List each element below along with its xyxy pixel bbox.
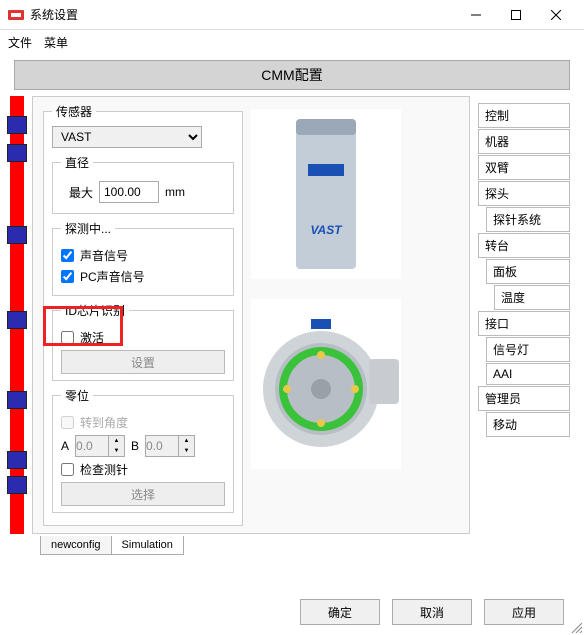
- sound-checkbox[interactable]: [61, 249, 74, 262]
- sidebar-item[interactable]: 管理员: [478, 386, 570, 411]
- apply-button[interactable]: 应用: [484, 599, 564, 625]
- blue-marker: [7, 226, 27, 244]
- sensor-fieldset: 传感器 VAST 直径 最大 mm 探测中... 声: [43, 103, 243, 526]
- blue-marker: [7, 391, 27, 409]
- titlebar: 系统设置: [0, 0, 584, 30]
- idchip-fieldset: ID芯片识别 激活 设置: [52, 302, 234, 381]
- config-panel: 传感器 VAST 直径 最大 mm 探测中... 声: [32, 96, 470, 534]
- sound-label: 声音信号: [80, 247, 128, 264]
- sensor-select[interactable]: VAST: [52, 126, 202, 148]
- chevron-up-icon: ▲: [109, 436, 124, 446]
- a-label: A: [61, 439, 69, 453]
- blue-marker: [7, 476, 27, 494]
- cancel-button[interactable]: 取消: [392, 599, 472, 625]
- menu-menu[interactable]: 菜单: [44, 34, 68, 51]
- chevron-down-icon: ▼: [109, 446, 124, 456]
- nav-sidebar: 控制机器双臂探头探针系统转台面板温度接口信号灯AAI管理员移动: [474, 96, 574, 534]
- zero-fieldset: 零位 转到角度 A ▲▼ B ▲▼ 检查测针 选择: [52, 387, 234, 513]
- menubar: 文件 菜单: [0, 30, 584, 54]
- sensor-image-top: VAST: [251, 109, 401, 279]
- sidebar-item[interactable]: 控制: [478, 103, 570, 128]
- sidebar-item[interactable]: 探头: [478, 181, 570, 206]
- tab-simulation[interactable]: Simulation: [111, 536, 184, 555]
- pcsound-label: PC声音信号: [80, 268, 145, 285]
- unit-label: mm: [165, 185, 185, 199]
- close-button[interactable]: [536, 1, 576, 29]
- sidebar-item[interactable]: 探针系统: [486, 207, 570, 232]
- sidebar-item[interactable]: 双臂: [478, 155, 570, 180]
- blue-marker: [7, 451, 27, 469]
- blue-marker: [7, 144, 27, 162]
- sidebar-item[interactable]: 温度: [494, 285, 570, 310]
- rotate-checkbox: [61, 416, 74, 429]
- chevron-down-icon: ▼: [179, 446, 194, 456]
- blue-marker: [7, 311, 27, 329]
- minimize-button[interactable]: [456, 1, 496, 29]
- probing-legend: 探测中...: [61, 220, 115, 237]
- max-label: 最大: [61, 184, 93, 201]
- sensor-image-bottom: [251, 299, 401, 469]
- tab-newconfig[interactable]: newconfig: [40, 536, 112, 555]
- ok-button[interactable]: 确定: [300, 599, 380, 625]
- footer: 确定 取消 应用: [300, 599, 564, 625]
- resize-grip-icon[interactable]: [570, 621, 582, 633]
- zero-select-button[interactable]: 选择: [61, 482, 225, 506]
- tabs: newconfig Simulation: [40, 536, 544, 555]
- idchip-legend: ID芯片识别: [61, 302, 129, 319]
- sidebar-item[interactable]: 机器: [478, 129, 570, 154]
- sidebar-item[interactable]: 接口: [478, 311, 570, 336]
- b-label: B: [131, 439, 139, 453]
- pcsound-checkbox[interactable]: [61, 270, 74, 283]
- b-spinner[interactable]: ▲▼: [145, 435, 195, 457]
- app-logo-icon: [8, 7, 24, 23]
- sidebar-item[interactable]: 移动: [486, 412, 570, 437]
- menu-file[interactable]: 文件: [8, 34, 32, 51]
- sidebar-item[interactable]: 信号灯: [486, 337, 570, 362]
- sidebar-item[interactable]: 面板: [486, 259, 570, 284]
- activate-checkbox[interactable]: [61, 331, 74, 344]
- a-spinner[interactable]: ▲▼: [75, 435, 125, 457]
- maximize-button[interactable]: [496, 1, 536, 29]
- probing-fieldset: 探测中... 声音信号 PC声音信号: [52, 220, 234, 296]
- diameter-max-input[interactable]: [99, 181, 159, 203]
- idchip-settings-button[interactable]: 设置: [61, 350, 225, 374]
- banner: CMM配置: [14, 60, 570, 90]
- zero-legend: 零位: [61, 387, 93, 404]
- rotate-label: 转到角度: [80, 414, 128, 431]
- diameter-fieldset: 直径 最大 mm: [52, 154, 234, 214]
- sensor-legend: 传感器: [52, 103, 96, 120]
- blue-marker: [7, 116, 27, 134]
- sidebar-item[interactable]: AAI: [486, 363, 570, 385]
- check-stylus-label: 检查测针: [80, 461, 128, 478]
- red-side-bar: [10, 96, 24, 534]
- activate-label: 激活: [80, 329, 104, 346]
- window-title: 系统设置: [30, 6, 456, 23]
- check-stylus-checkbox[interactable]: [61, 463, 74, 476]
- preview-column: VAST: [251, 103, 411, 527]
- diameter-legend: 直径: [61, 154, 93, 171]
- svg-text:VAST: VAST: [310, 223, 343, 237]
- chevron-up-icon: ▲: [179, 436, 194, 446]
- sidebar-item[interactable]: 转台: [478, 233, 570, 258]
